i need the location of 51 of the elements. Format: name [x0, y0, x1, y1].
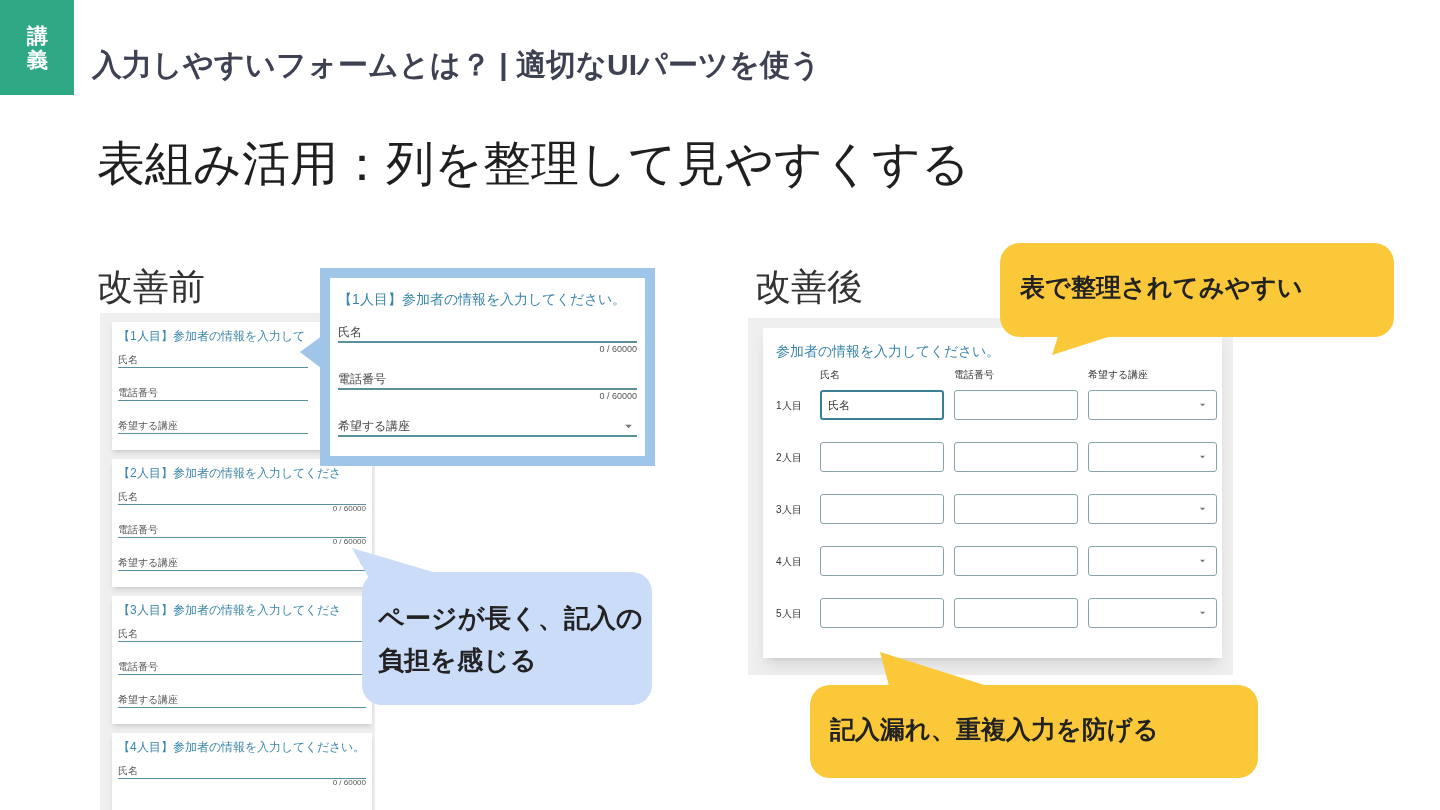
character-counter: 0 / 60000 [332, 538, 366, 546]
input-field[interactable]: 氏名 [820, 390, 944, 420]
column-header: 電話番号 [954, 369, 994, 381]
input-field[interactable] [954, 390, 1078, 420]
callout-text: 記入漏れ、重複入力を防げる [830, 714, 1159, 745]
input-field[interactable]: 氏名 [118, 491, 366, 505]
card-title: 【3人目】参加者の情報を入力してくださ [118, 604, 341, 617]
input-field[interactable]: 氏名 [338, 325, 637, 343]
select-field[interactable] [1088, 390, 1217, 420]
header-title: 入力しやすいフォームとは？ | 適切なUIパーツを使う [92, 47, 822, 83]
callout-text: ページが長く、記入の負担を感じる [378, 602, 644, 677]
input-field[interactable]: 希望する講座 [118, 694, 366, 708]
column-header: 希望する講座 [1088, 369, 1148, 381]
card-title: 【2人目】参加者の情報を入力してくださ [118, 467, 341, 480]
input-field[interactable] [954, 494, 1078, 524]
slide-title: 表組み活用：列を整理して見やすくする [97, 136, 970, 192]
card-title: 【4人目】参加者の情報を入力してください。 [118, 741, 365, 754]
select-field[interactable]: 希望する講座 [338, 419, 637, 437]
section-label: 改善後 [755, 265, 863, 309]
input-field[interactable]: 希望する講座 [118, 420, 308, 434]
input-field[interactable]: 氏名 [118, 765, 366, 779]
input-field[interactable] [820, 598, 944, 628]
row-label: 4人目 [776, 554, 802, 569]
select-field[interactable] [1088, 546, 1217, 576]
form-title: 参加者の情報を入力してください。 [776, 342, 1000, 360]
character-counter: 0 / 60000 [599, 390, 637, 402]
input-field[interactable] [954, 442, 1078, 472]
input-field[interactable] [820, 494, 944, 524]
character-counter: 0 / 60000 [332, 505, 366, 513]
input-field[interactable] [820, 442, 944, 472]
select-field[interactable] [1088, 494, 1217, 524]
input-field[interactable] [954, 598, 1078, 628]
badge-text: 講義 [26, 24, 48, 71]
card-title: 【1人目】参加者の情報を入力して [118, 330, 305, 343]
column-header: 氏名 [820, 369, 840, 381]
input-field[interactable]: 電話番号 [338, 372, 637, 390]
input-field[interactable]: 電話番号 [118, 524, 366, 538]
input-field[interactable]: 電話番号 [118, 387, 308, 401]
character-counter: 0 / 60000 [332, 779, 366, 787]
input-field[interactable] [820, 546, 944, 576]
callout-text: 表で整理されてみやすい [1020, 272, 1303, 303]
row-label: 3人目 [776, 502, 802, 517]
row-label: 1人目 [776, 398, 802, 413]
row-label: 2人目 [776, 450, 802, 465]
row-label: 5人目 [776, 606, 802, 621]
input-field[interactable] [954, 546, 1078, 576]
select-field[interactable] [1088, 442, 1217, 472]
character-counter: 0 / 60000 [599, 343, 637, 355]
select-field[interactable] [1088, 598, 1217, 628]
section-label: 改善前 [97, 265, 205, 309]
card-title: 【1人目】参加者の情報を入力してください。 [338, 290, 626, 308]
